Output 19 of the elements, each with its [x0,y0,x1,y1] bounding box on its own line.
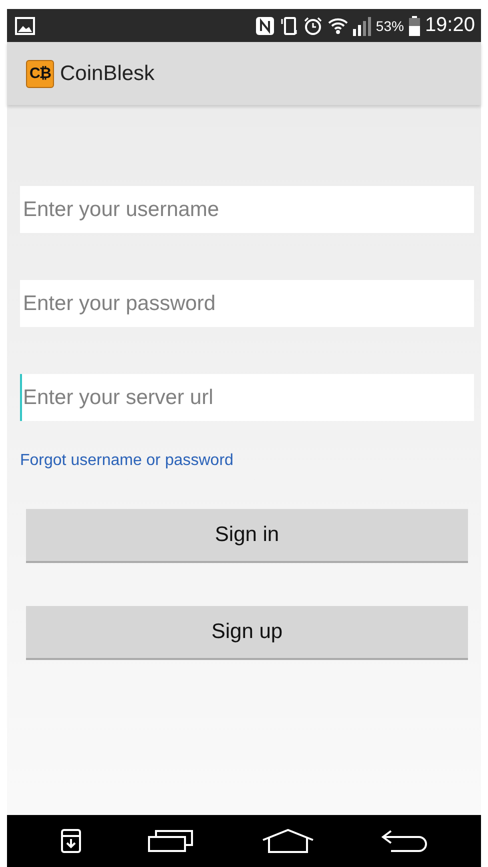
vibrate-icon [280,16,298,36]
input-field[interactable]: Enter your server url [20,374,474,421]
back-icon[interactable] [381,829,428,853]
signal-icon [352,16,371,36]
app-logo: C₿ [26,60,54,88]
battery-percent: 53% [376,18,404,34]
home-icon[interactable] [262,829,314,853]
alarm-icon [302,16,323,36]
wifi-icon [328,16,348,34]
picture-icon [15,16,35,34]
nfc-icon [254,16,275,36]
app-title: CoinBlesk [60,62,155,86]
forgot-password-link[interactable]: Forgot username or password [20,452,234,470]
sign-in-button[interactable]: Sign in [26,509,468,563]
recent-apps-icon[interactable] [148,830,194,852]
download-icon[interactable] [60,829,81,853]
battery-icon [408,16,420,36]
sign-up-button[interactable]: Sign up [26,606,468,660]
clock-time: 19:20 [424,14,475,37]
